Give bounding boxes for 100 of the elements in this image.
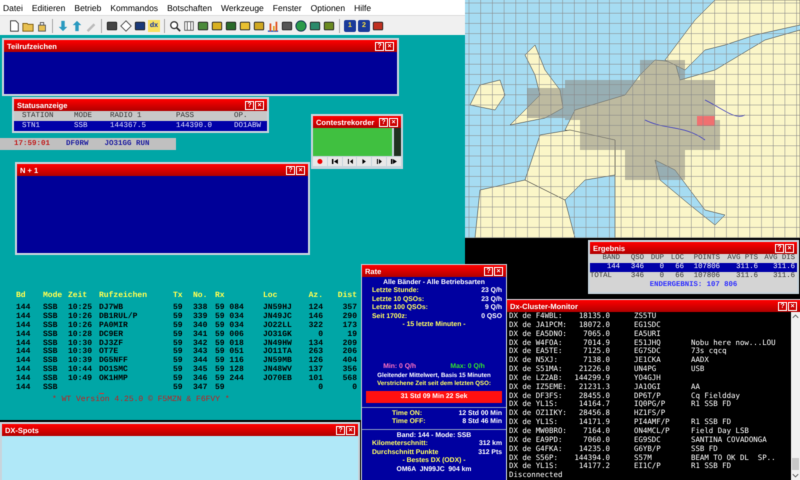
log-cell-text: JN59HJ [263,304,293,312]
log-cell-text: 59 [173,357,184,366]
log-cell-text: 59 [173,375,184,384]
arrow-down-icon[interactable] [57,20,69,32]
log-cell-text: 144 [16,340,32,348]
text-cursor [99,393,104,394]
menu-item[interactable]: Betrieb [74,2,102,12]
log-cell-text: 10:28 [68,330,94,340]
log-cell-text: DJ3ZF [99,340,124,348]
log-cell-text: 59 128 [215,366,245,374]
scroll-thumb[interactable] [792,458,799,470]
level-meter [394,128,401,156]
column-header: Tx [173,292,184,302]
arrow-up-icon[interactable] [71,20,83,32]
log-cell-text: 59 [173,348,184,356]
lock-icon[interactable] [36,20,48,32]
log-cell-text: 347 [193,384,208,393]
log-cell-text: 144 [16,384,32,393]
log-cell-text: SSB [43,330,58,340]
skip-forward-icon[interactable] [387,157,401,166]
log-cell-text: 341 [193,330,208,340]
log-cell-text: 404 [342,357,357,366]
log-cell-text: 126 [308,357,323,366]
version-notice: * WT Version 4.25.0 © F5MZN & F6FVY * [51,396,231,405]
log-cell-text: 0 [317,330,323,340]
column-header: Mode [43,292,64,302]
bar-chart-icon[interactable] [267,20,279,32]
log-cell-text: JO31GK [263,330,293,340]
log-cell-text: 59 034 [215,312,245,322]
log-cell-text: DJ7WB [99,304,124,312]
log-cell-text: 342 [193,340,208,348]
new-document-icon[interactable] [8,20,20,32]
log-cell-text: SSB [43,384,58,393]
log-cell-text: 173 [342,322,357,330]
log-cell-text: SSB [43,340,58,348]
menu-item[interactable]: Kommandos [110,2,158,12]
log-cell-text: DO1SMC [99,366,129,374]
log-cell-text: 19 [346,330,357,340]
log-cell-text: DG5NFF [99,357,129,366]
log-cell-text: PA0MIR [99,322,129,330]
column-header: Bd [16,292,27,302]
log-cell-text: 357 [342,304,357,312]
step-back-icon[interactable] [342,157,356,166]
log-cell-text: 10:39 [68,357,94,366]
log-cell-text: 263 [308,348,323,356]
scroll-down-icon[interactable] [791,472,800,480]
columns-icon[interactable] [183,20,195,32]
log-cell-text: SSB [43,366,58,374]
record-icon[interactable] [313,157,327,166]
log-cell-text: 59 084 [215,304,245,312]
log-cell-text: 290 [342,312,357,322]
log-cell-text: 124 [308,304,323,312]
log-cell-text: JO70EB [263,375,293,384]
log-cell-text: 59 006 [215,330,245,340]
log-cell-text: 10:44 [68,366,94,374]
column-header: Zeit [68,292,88,302]
scrollbar[interactable] [791,312,800,480]
log-cell-text: JN59MB [263,357,293,366]
log-cell-text: 568 [342,375,357,384]
log-cell-text: 144 [16,366,32,374]
gem-icon[interactable] [120,20,132,32]
log-cell-text: JN49JC [263,312,293,322]
log-cell-text: 144 [16,304,32,312]
log-cell-text: 10:30 [68,340,94,348]
log-cell-text: 59 [173,330,184,340]
skip-back-icon[interactable] [328,157,342,166]
log-cell-text: 345 [193,366,208,374]
log-cell-text: 144 [16,322,32,330]
menu-item[interactable]: Datei [3,2,23,12]
scroll-up-icon[interactable] [791,312,800,320]
log-cell-text: SSB [43,357,58,366]
column-header: Dist [336,292,357,302]
log-cell-text: OK1HMP [99,375,129,384]
log-cell-text: 59 051 [215,348,245,356]
menu-item[interactable]: Hilfe [354,2,372,12]
log-cell-text: 146 [308,312,323,322]
log-cell-text: SSB [43,375,58,384]
menu-item[interactable]: Werkzeuge [220,2,264,12]
log-cell-text: 144 [16,375,32,384]
log-cell-text: 59 [173,340,184,348]
log-cell-text: 322 [308,322,323,330]
log-cell-text: 343 [193,348,208,356]
column-header: Rufzeichen [99,292,148,302]
menu-item[interactable]: Botschaften [167,2,212,12]
menu-item[interactable]: Optionen [310,2,346,12]
log-cell-text: 59 244 [215,375,245,384]
play-icon[interactable] [357,157,372,166]
log-cell-text: 59 034 [215,322,245,330]
menu-item[interactable]: Editieren [32,2,66,12]
log-cell-text: JO22LL [263,322,293,330]
log-cell-text: JN49HW [263,340,293,348]
menu-item[interactable]: Fenster [272,2,302,12]
log-cell-text: 339 [193,312,208,322]
step-forward-icon[interactable] [372,157,386,166]
log-cell-text: 144 [16,348,32,356]
globe-icon[interactable] [295,20,307,32]
log-cell-text: 137 [308,366,323,374]
log-cell-text: 144 [16,312,32,322]
log-cell-text: 59 116 [215,357,245,366]
magnifier-icon[interactable] [169,20,181,32]
